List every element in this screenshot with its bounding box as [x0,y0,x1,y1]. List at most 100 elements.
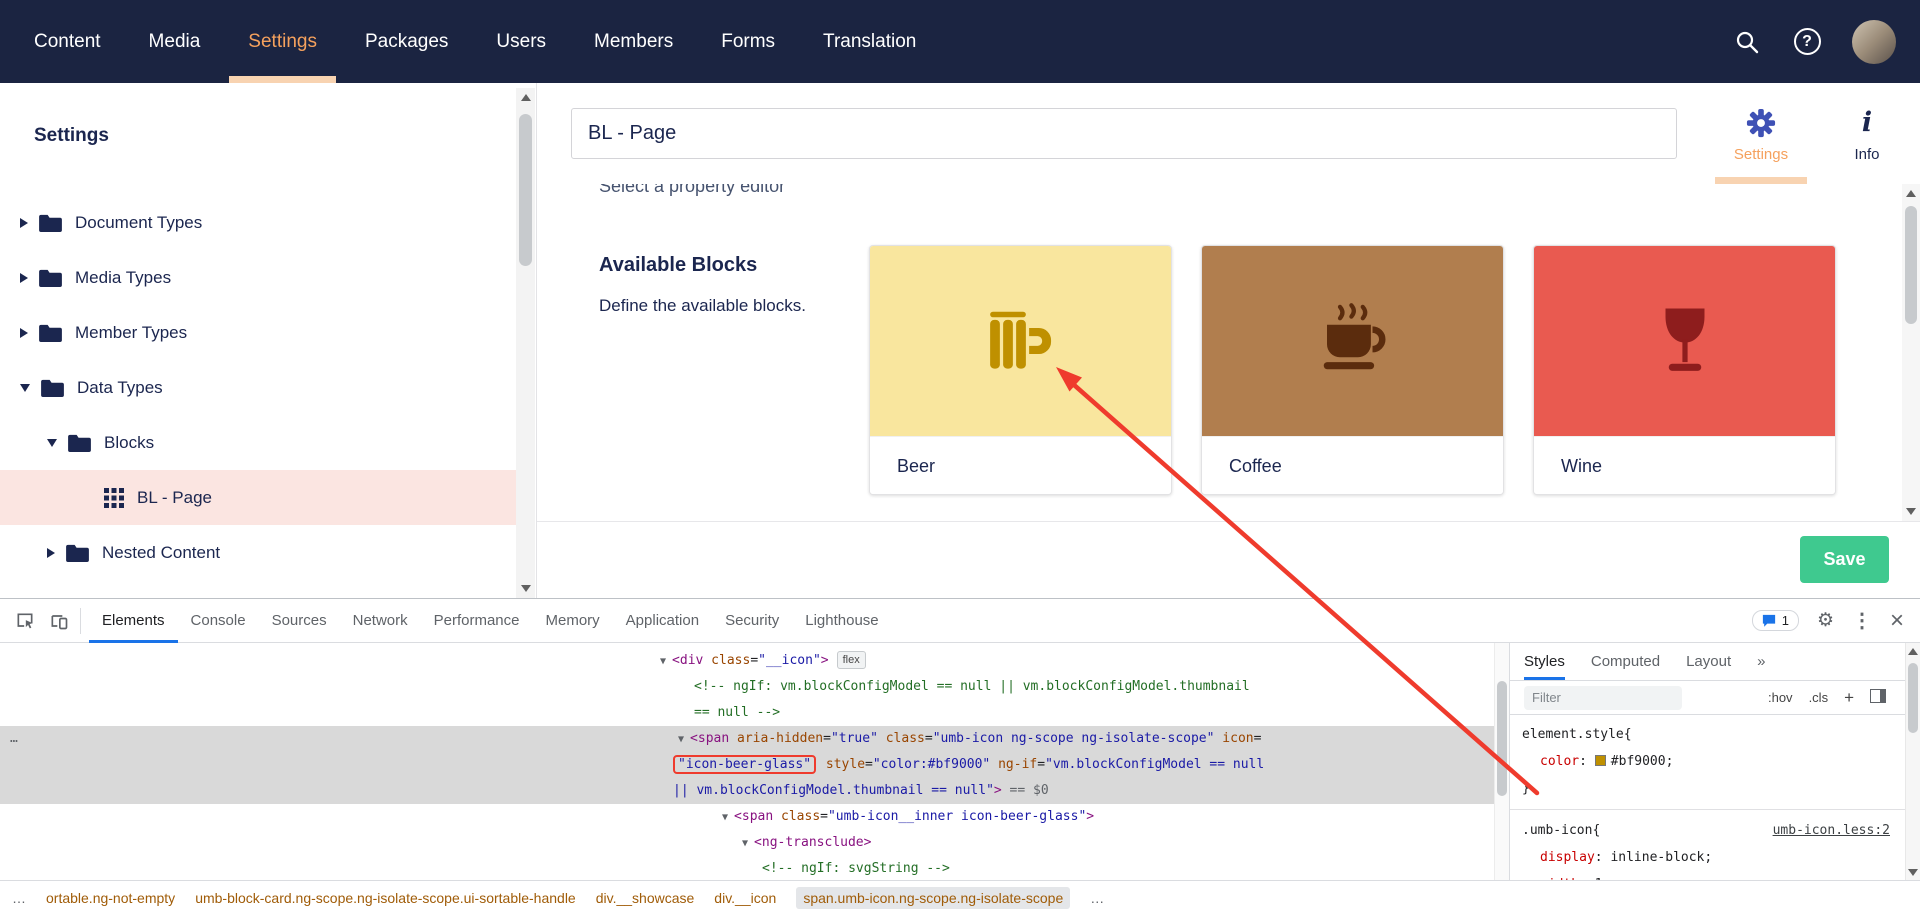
scroll-up-button[interactable] [1902,184,1920,203]
help-icon[interactable]: ? [1792,27,1822,57]
tree-item-nested-content[interactable]: Nested Content [0,525,516,580]
tab-styles[interactable]: Styles [1524,643,1565,680]
pseudo-state-toggle[interactable]: :hov [1768,690,1793,705]
tree-item-member-types[interactable]: Member Types [0,305,516,360]
devtools-tab-security[interactable]: Security [712,599,792,643]
computed-sidebar-toggle-icon[interactable] [1870,689,1886,706]
breadcrumb-item[interactable]: div.__icon [714,890,776,906]
devtools-close-icon[interactable]: × [1890,608,1904,633]
caret-right-icon[interactable] [20,327,28,338]
dom-line[interactable]: == null --> [0,700,1509,726]
property-value: #bf9000 [1610,754,1666,769]
dom-scrollbar[interactable] [1494,643,1509,880]
breadcrumb-item[interactable]: div.__showcase [596,890,695,906]
breadcrumb-overflow[interactable]: … [12,890,26,906]
block-card-wine[interactable]: Wine [1533,245,1836,495]
block-card-beer[interactable]: Beer [869,245,1172,495]
scrollbar-thumb[interactable] [1905,206,1917,324]
scroll-down-button[interactable] [1902,502,1920,521]
flex-badge[interactable]: flex [836,651,866,669]
devtools-tab-sources[interactable]: Sources [259,599,340,643]
nav-item-users[interactable]: Users [472,0,570,83]
dom-line-selected[interactable]: || vm.blockConfigModel.thumbnail == null… [0,778,1509,804]
sidebar-scrollbar[interactable] [516,88,535,598]
expand-arrow-icon[interactable]: ▼ [678,734,690,745]
devtools-tab-console[interactable]: Console [178,599,259,643]
nav-item-forms[interactable]: Forms [697,0,799,83]
expand-arrow-icon[interactable]: ▼ [722,812,734,823]
stylesheet-source-link[interactable]: umb-icon.less:2 [1773,817,1890,844]
user-avatar[interactable] [1852,19,1896,64]
caret-down-icon[interactable] [47,438,57,447]
tree-item-blocks[interactable]: Blocks [0,415,516,470]
tree-item-document-types[interactable]: Document Types [0,195,516,250]
expand-arrow-icon[interactable]: ▼ [660,656,672,667]
dom-line-selected[interactable]: ▼ <span aria-hidden="true" class="umb-ic… [0,726,1509,752]
tree-item-bl-page-selected[interactable]: BL - Page [0,470,516,525]
color-swatch[interactable] [1594,755,1606,766]
dom-line[interactable]: ▼ <div class="__icon"> flex [0,648,1509,674]
caret-down-icon[interactable] [20,383,30,392]
style-rule-element[interactable]: element.style { [1522,721,1890,748]
caret-right-icon[interactable] [20,217,28,228]
style-property-color[interactable]: color: #bf9000; [1522,748,1890,775]
dom-line-selected[interactable]: "icon-beer-glass" style="color:#bf9000" … [0,752,1509,778]
style-rule-umb-icon[interactable]: .umb-icon {umb-icon.less:2 [1522,817,1890,844]
nav-item-members[interactable]: Members [570,0,697,83]
devtools-menu-icon[interactable]: ⋮ [1852,611,1872,631]
content-scrollbar[interactable] [1902,184,1920,521]
dom-line[interactable]: ▼ <span class="umb-icon__inner icon-beer… [0,804,1509,830]
caret-right-icon[interactable] [20,272,28,283]
hidden-elements-ellipsis[interactable]: … [10,726,18,752]
dom-line[interactable]: ▼ <ng-transclude> [0,830,1509,856]
scroll-down-button[interactable] [516,579,535,598]
console-message-badge[interactable]: 1 [1751,610,1799,631]
tree-item-media-types[interactable]: Media Types [0,250,516,305]
tab-settings[interactable]: Settings [1712,83,1810,184]
tab-computed[interactable]: Computed [1591,643,1660,680]
breadcrumb-item[interactable]: ortable.ng-not-empty [46,890,175,906]
nav-item-translation[interactable]: Translation [799,0,940,83]
nav-item-settings[interactable]: Settings [224,0,341,83]
devtools-settings-icon[interactable]: ⚙ [1817,611,1834,630]
breadcrumb-item-selected[interactable]: span.umb-icon.ng-scope.ng-isolate-scope [796,886,1071,909]
scrollbar-thumb[interactable] [519,114,532,266]
dom-line[interactable]: <!-- ngIf: vm.blockConfigModel == null |… [0,674,1509,700]
nav-item-media[interactable]: Media [125,0,225,83]
inspect-element-icon[interactable] [8,604,42,638]
devtools-tab-elements[interactable]: Elements [89,599,178,643]
devtools-tab-performance[interactable]: Performance [421,599,533,643]
scrollbar-thumb[interactable] [1908,663,1918,733]
search-icon[interactable] [1732,27,1762,57]
scroll-up-button[interactable] [1906,643,1920,659]
new-style-rule-button[interactable]: + [1844,688,1854,708]
device-toolbar-icon[interactable] [42,604,76,638]
breadcrumb-item[interactable]: umb-block-card.ng-scope.ng-isolate-scope… [195,890,576,906]
document-type-name-input[interactable] [571,108,1677,159]
caret-right-icon[interactable] [47,547,55,558]
element-classes-toggle[interactable]: .cls [1809,690,1829,705]
devtools-tab-application[interactable]: Application [613,599,712,643]
block-card-coffee[interactable]: Coffee [1201,245,1504,495]
styles-scrollbar[interactable] [1905,643,1920,880]
devtools-tab-lighthouse[interactable]: Lighthouse [792,599,891,643]
expand-arrow-icon[interactable]: ▼ [742,838,754,849]
styles-filter-input[interactable] [1524,685,1682,710]
save-button[interactable]: Save [1800,536,1889,583]
style-property-width[interactable]: width: 1em; [1522,871,1890,880]
devtools-tab-memory[interactable]: Memory [533,599,613,643]
tab-layout[interactable]: Layout [1686,643,1731,680]
more-tabs-chevron[interactable]: » [1757,643,1765,680]
scroll-up-button[interactable] [516,88,535,107]
tab-info[interactable]: i Info [1824,83,1910,184]
nav-item-content[interactable]: Content [10,0,125,83]
scroll-down-button[interactable] [1906,864,1920,880]
tree-item-label: Media Types [75,267,172,287]
tree-item-data-types[interactable]: Data Types [0,360,516,415]
scrollbar-thumb[interactable] [1497,681,1507,796]
style-property-display[interactable]: display: inline-block; [1522,844,1890,871]
breadcrumb-overflow[interactable]: … [1090,890,1104,906]
dom-line[interactable]: <!-- ngIf: svgString --> [0,856,1509,880]
nav-item-packages[interactable]: Packages [341,0,472,83]
devtools-tab-network[interactable]: Network [340,599,421,643]
